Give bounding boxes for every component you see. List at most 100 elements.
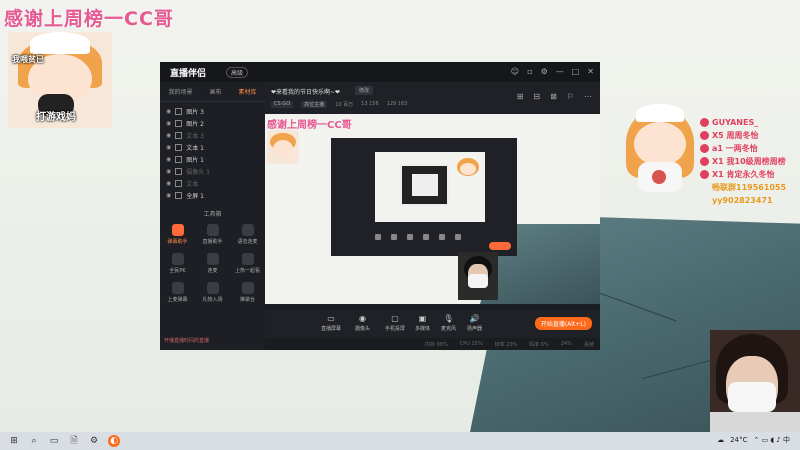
maximize-icon[interactable]: □: [572, 67, 580, 76]
add-screen-button[interactable]: ▭ 直播屏幕: [321, 314, 341, 332]
stream-preview[interactable]: 感谢上周榜一CC哥: [265, 114, 600, 304]
app-titlebar: 直播伴侣 高级 ☺ ▫ ⚙ — □ ✕: [160, 62, 600, 82]
preview-title: 感谢上周榜一CC哥: [267, 120, 352, 131]
tool-watch[interactable]: 上热一起看: [230, 253, 265, 274]
tool-song[interactable]: 推歌台: [230, 282, 265, 303]
nested-recursion-inner: [410, 172, 440, 198]
tab-my-scenes[interactable]: 我的场景: [168, 87, 192, 96]
status-fps: 帧率 20%: [494, 341, 518, 348]
tool-danmaku[interactable]: 弹幕助手: [160, 224, 195, 245]
speaker-button[interactable]: 🔊 扬声器: [467, 314, 482, 332]
add-camera-button[interactable]: ◉ 摄像头: [355, 314, 370, 332]
scene-item[interactable]: ◉ 文本 3: [160, 129, 265, 141]
nested-sticker: [455, 156, 481, 180]
badge-icon: [700, 118, 709, 127]
text-icon: [175, 179, 183, 187]
eye-icon[interactable]: ◉: [166, 156, 171, 163]
rank-item: X1 肯定永久冬怡: [700, 168, 786, 181]
rank-list: GUYANES_ X5 周周冬怡 a1 一两冬怡 X1 我10级周榜周榜 X1 …: [700, 116, 786, 207]
microphone-button[interactable]: 🎙 麦克风: [441, 314, 456, 332]
tab-canvas[interactable]: 画布: [209, 87, 221, 96]
layout-icon[interactable]: ⊞: [517, 92, 524, 101]
gift-icon: [206, 282, 219, 294]
eye-icon[interactable]: ◉: [166, 168, 171, 175]
eye-icon[interactable]: ◉: [166, 120, 171, 127]
streaming-app-icon[interactable]: ◐: [108, 435, 120, 447]
tool-pk[interactable]: 全民PK: [160, 253, 195, 274]
eye-icon[interactable]: ◉: [166, 144, 171, 151]
weather-temp[interactable]: 24°C: [730, 436, 747, 444]
file-icon[interactable]: 🗎: [68, 435, 80, 447]
go-live-button[interactable]: 开始直播(Alt+L): [534, 317, 592, 330]
task-view-icon[interactable]: ▭: [48, 435, 60, 447]
windows-taskbar: ⊞ ⌕ ▭ 🗎 ⚙ ◐ ☁ 24°C ⌃ ▭ ◖ ♪ 中: [0, 432, 800, 450]
eye-icon[interactable]: ◉: [166, 108, 171, 115]
scene-item[interactable]: ◉ 摄像头 1: [160, 165, 265, 177]
rank-item: X5 周周冬怡: [700, 129, 786, 142]
camera-icon: [175, 167, 183, 175]
app-logo: 直播伴侣: [170, 69, 207, 79]
nested-recursion: [400, 164, 449, 206]
tool-link[interactable]: 连麦: [195, 253, 230, 274]
nested-toolbar: [375, 234, 461, 240]
scene-item[interactable]: ◉ 图片 3: [160, 105, 265, 117]
toolbox-grid: 弹幕助手 直播助手 语音连麦 全民PK 连麦 上热一起看 上麦弹幕 礼物入场 推…: [160, 224, 265, 303]
scene-item[interactable]: ◉ 文本: [160, 177, 265, 189]
scene-item[interactable]: ◉ 文本 1: [160, 141, 265, 153]
settings-icon[interactable]: ⚙: [541, 67, 548, 76]
status-memory: 内存 08%: [425, 341, 448, 348]
anime-character: [622, 104, 698, 194]
eye-icon[interactable]: ◉: [166, 180, 171, 187]
left-tabs: 我的场景 画布 素材库: [160, 82, 265, 102]
lock-icon[interactable]: ⊟: [533, 92, 540, 101]
scene-list: ◉ 图片 3 ◉ 图片 2 ◉ 文本 3 ◉ 文本 1 ◉ 图片 1 ◉ 摄像头 1 ◉ 文本…: [160, 105, 265, 201]
level-badge[interactable]: 高级: [226, 67, 249, 78]
microphone-icon: 🎙: [443, 314, 454, 323]
media-icon: ▣: [418, 314, 427, 323]
tool-gift[interactable]: 礼物入场: [195, 282, 230, 303]
phone-cast-button[interactable]: ▢ 手机投屏: [385, 314, 405, 332]
eye-icon[interactable]: ◉: [166, 192, 171, 199]
screen-icon: [175, 191, 183, 199]
nested-go-live: [489, 242, 511, 250]
rank-item: a1 一两冬怡: [700, 142, 786, 155]
app-icon[interactable]: ⚙: [88, 435, 100, 447]
weather-icon[interactable]: ☁: [717, 436, 724, 444]
image-icon: [175, 119, 183, 127]
avatar-icon[interactable]: ☺: [511, 67, 519, 76]
stat-value: 13 156: [361, 101, 379, 107]
scene-item[interactable]: ◉ 图片 2: [160, 117, 265, 129]
speaker-icon: 🔊: [469, 314, 480, 323]
media-button[interactable]: ▣ 多媒体: [415, 314, 430, 332]
header-icons: ⊞ ⊟ ⊠ ⚐ ⋯: [517, 92, 592, 101]
system-tray: ☁ 24°C ⌃ ▭ ◖ ♪ 中: [717, 435, 796, 445]
rank-item: X1 我10级周榜周榜: [700, 155, 786, 168]
stream-stats: CS:GO 高位主播 10 百万 13 156 129 163: [271, 101, 407, 108]
status-cpu: CPU 15%: [459, 341, 483, 347]
sticker-label: 打游戏妈: [36, 112, 76, 123]
share-icon[interactable]: ⋯: [584, 92, 592, 101]
sticker-top-label: 我喂贫已: [12, 55, 44, 64]
tool-voice[interactable]: 语音连麦: [230, 224, 265, 245]
eye-icon[interactable]: ◉: [166, 132, 171, 139]
tool-mic-danmaku[interactable]: 上麦弹幕: [160, 282, 195, 303]
skin-icon[interactable]: ▫: [527, 67, 532, 76]
edit-title-button[interactable]: 修改: [355, 86, 374, 95]
tray-icons[interactable]: ⌃ ▭ ◖ ♪ 中: [753, 435, 790, 445]
category-tag[interactable]: CS:GO: [271, 101, 294, 108]
tab-assets[interactable]: 素材库: [238, 87, 256, 96]
minimize-icon[interactable]: —: [556, 67, 564, 76]
scene-item[interactable]: ◉ 全屏 1: [160, 189, 265, 201]
bell-icon[interactable]: ⚐: [567, 92, 574, 101]
tool-assistant[interactable]: 直播助手: [195, 224, 230, 245]
toolbox-title: 工具箱: [203, 211, 222, 218]
text-icon: [175, 143, 183, 151]
screen-icon[interactable]: ⊠: [550, 92, 557, 101]
left-panel: 我的场景 画布 素材库 ◉ 图片 3 ◉ 图片 2 ◉ 文本 3 ◉ 文本 1 ◉ 图片 …: [160, 82, 265, 350]
scene-item[interactable]: ◉ 图片 1: [160, 153, 265, 165]
close-icon[interactable]: ✕: [587, 67, 594, 76]
assistant-icon: [206, 224, 219, 236]
start-icon[interactable]: ⊞: [8, 435, 20, 447]
search-icon[interactable]: ⌕: [28, 435, 40, 447]
stream-info-header: ❤来看我的节日快乐啊~❤ 修改 CS:GO 高位主播 10 百万 13 156 …: [265, 82, 600, 114]
